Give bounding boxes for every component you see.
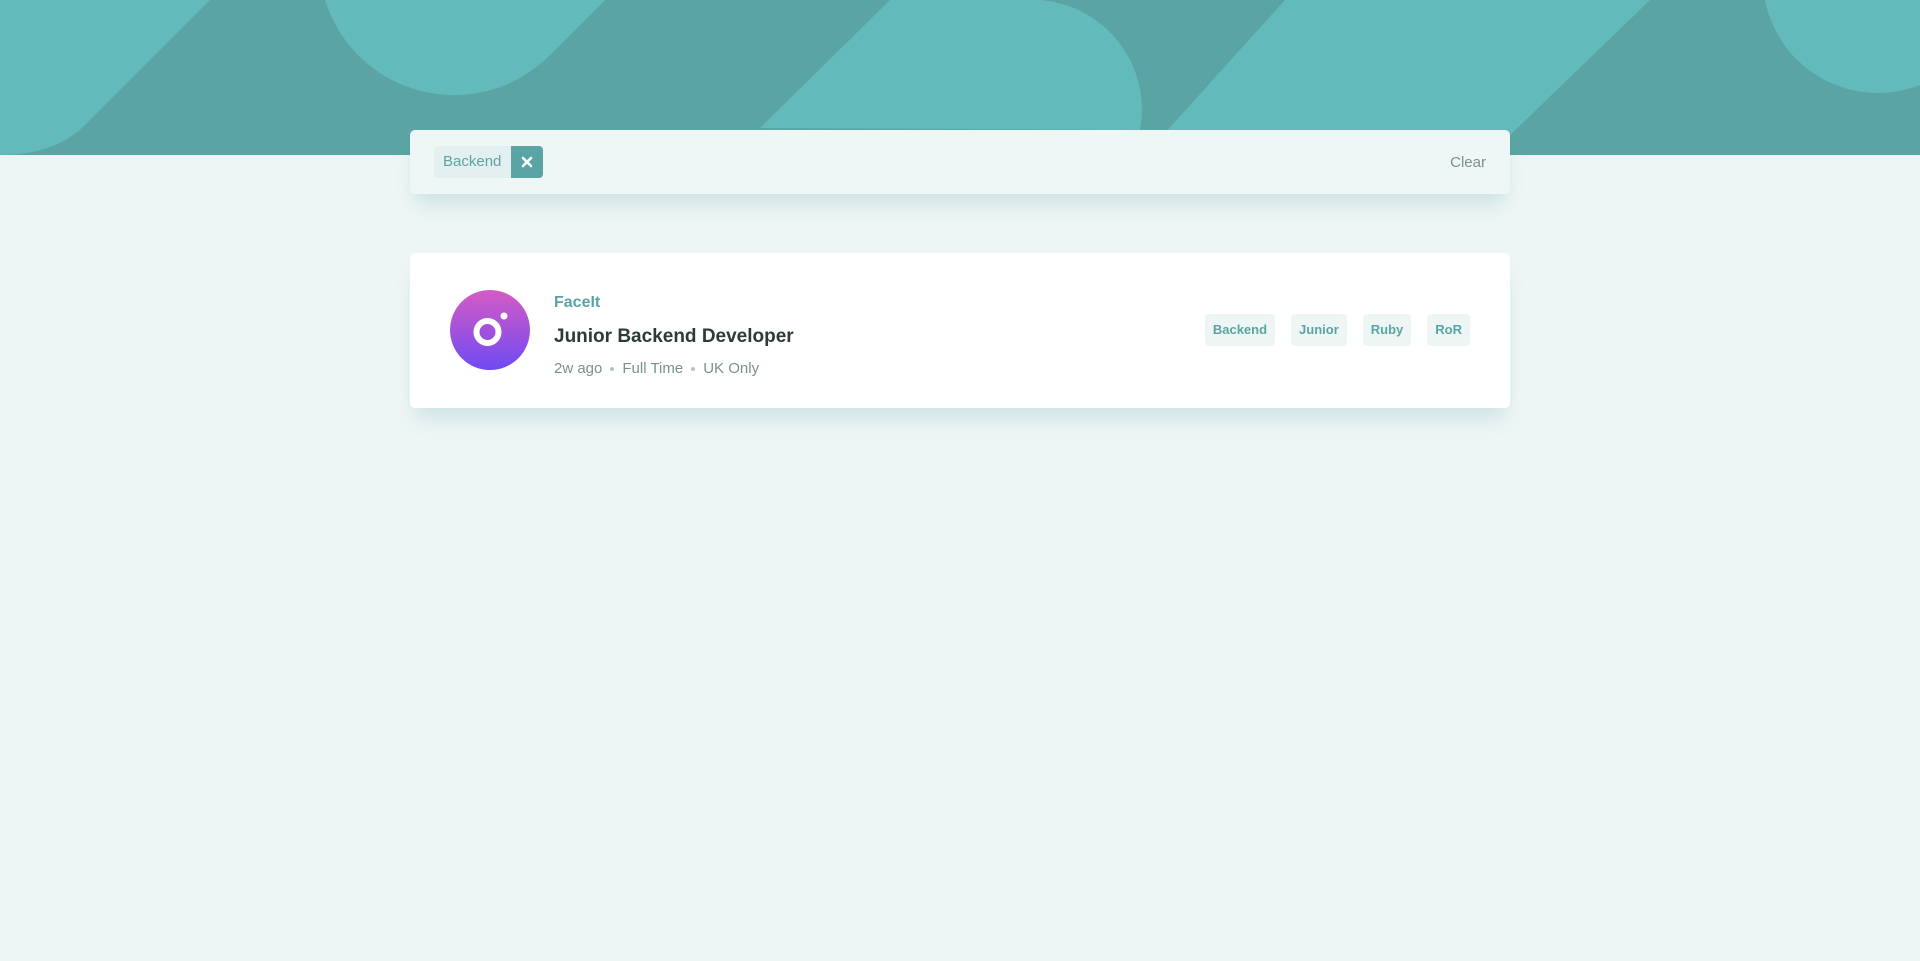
tag-ruby[interactable]: Ruby xyxy=(1362,314,1412,346)
close-icon xyxy=(522,156,533,168)
tag-ror[interactable]: RoR xyxy=(1427,314,1470,346)
filter-chip-backend: Backend xyxy=(434,146,544,178)
company-name: FaceIt xyxy=(554,294,601,311)
job-tags: Backend Junior Ruby RoR xyxy=(1204,314,1470,346)
filter-chip-remove-button[interactable] xyxy=(511,146,544,178)
job-listing-card: FaceIt Junior Backend Developer 2w ago F… xyxy=(410,253,1510,408)
clear-filters-button[interactable]: Clear xyxy=(1450,154,1486,171)
job-title[interactable]: Junior Backend Developer xyxy=(554,325,794,349)
separator-dot xyxy=(691,367,696,371)
company-logo xyxy=(450,290,530,370)
camera-logo-icon xyxy=(473,312,508,346)
separator-dot xyxy=(610,367,615,371)
tag-junior[interactable]: Junior xyxy=(1291,314,1347,346)
filter-chip-list: Backend xyxy=(434,146,544,178)
job-meta: 2w ago Full Time UK Only xyxy=(554,359,794,379)
filter-bar: Backend Clear xyxy=(410,130,1510,194)
filter-chip-label: Backend xyxy=(434,146,512,178)
contract-type: Full Time xyxy=(622,360,684,377)
tag-backend[interactable]: Backend xyxy=(1204,314,1276,346)
job-info: FaceIt Junior Backend Developer 2w ago F… xyxy=(554,293,794,379)
posted-time: 2w ago xyxy=(554,360,603,377)
job-location: UK Only xyxy=(703,360,760,377)
